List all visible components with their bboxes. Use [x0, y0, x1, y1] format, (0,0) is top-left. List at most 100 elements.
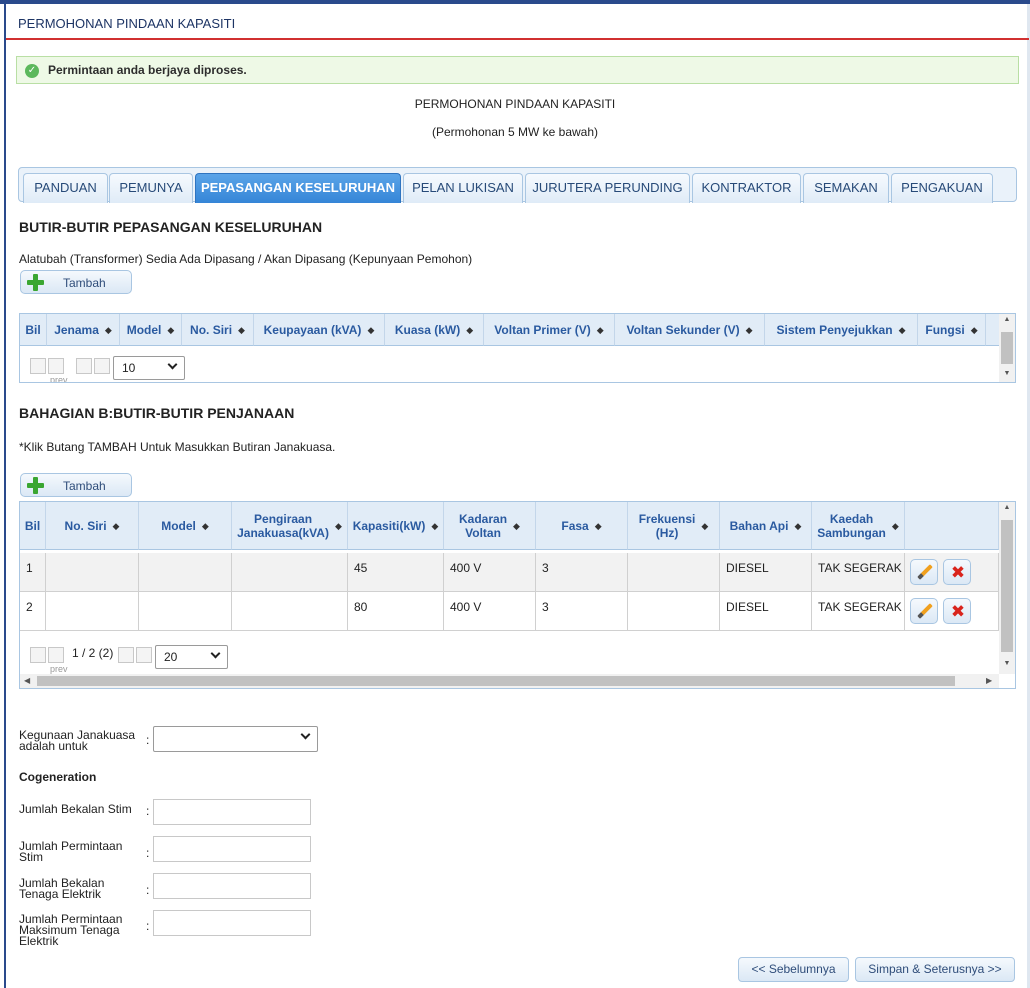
table-cell: TAK SEGERAK: [812, 592, 905, 631]
vertical-scrollbar[interactable]: ▲ ▼: [999, 314, 1015, 382]
kegunaan-select[interactable]: [153, 726, 318, 752]
edit-row-button[interactable]: [910, 559, 938, 585]
column-header[interactable]: Kaedah Sambungan ◆: [812, 502, 905, 550]
column-header[interactable]: Pengiraan Janakuasa(kVA) ◆: [232, 502, 348, 550]
tab-panduan[interactable]: PANDUAN: [23, 173, 108, 203]
vertical-scrollbar[interactable]: ▲ ▼: [999, 502, 1015, 674]
prev-page-text: prev: [50, 664, 68, 674]
section-heading-penjanaan: BAHAGIAN B:BUTIR-BUTIR PENJANAAN: [19, 405, 295, 421]
page-size-select[interactable]: 20: [155, 645, 228, 669]
scroll-down-arrow-icon[interactable]: ▼: [999, 660, 1015, 667]
column-header[interactable]: Model ◆: [139, 502, 232, 550]
table-cell: 1: [20, 553, 46, 592]
success-alert: ✓ Permintaan anda berjaya diproses.: [16, 56, 1019, 84]
page-title: PERMOHONAN PINDAAN KAPASITI: [18, 16, 236, 31]
scroll-left-arrow-icon[interactable]: ◀: [24, 676, 30, 685]
scroll-up-arrow-icon[interactable]: ▲: [999, 316, 1015, 323]
column-header[interactable]: Keupayaan (kVA) ◆: [254, 314, 385, 346]
scroll-right-arrow-icon[interactable]: ▶: [986, 676, 992, 685]
field-label: Jumlah Bekalan Stim: [19, 802, 132, 816]
column-header[interactable]: Frekuensi (Hz) ◆: [628, 502, 720, 550]
edit-row-button[interactable]: [910, 598, 938, 624]
form-title: PERMOHONAN PINDAAN KAPASITI: [414, 97, 616, 111]
save-next-button[interactable]: Simpan & Seterusnya >>: [855, 957, 1015, 982]
column-header[interactable]: Bahan Api ◆: [720, 502, 812, 550]
add-generator-button[interactable]: Tambah: [20, 473, 132, 497]
column-header[interactable]: Kuasa (kW) ◆: [385, 314, 484, 346]
table-cell: 45: [348, 553, 444, 592]
add-transformer-button[interactable]: Tambah: [20, 270, 132, 294]
delete-x-icon: ✖: [950, 602, 966, 621]
jumlah-permintaan-maksimum-input[interactable]: [153, 910, 311, 936]
next-page-icon[interactable]: [76, 358, 92, 374]
previous-button[interactable]: << Sebelumnya: [738, 957, 849, 982]
scroll-thumb[interactable]: [1001, 332, 1013, 364]
sort-icon: ◆: [594, 520, 602, 531]
prev-page-text: prev: [50, 375, 68, 383]
cogeneration-heading: Cogeneration: [19, 770, 97, 784]
table-cell: DIESEL: [720, 592, 812, 631]
column-header[interactable]: Bil: [20, 314, 47, 346]
column-header[interactable]: Fungsi ◆: [918, 314, 986, 346]
column-header[interactable]: No. Siri ◆: [182, 314, 254, 346]
column-header[interactable]: Fasa ◆: [536, 502, 628, 550]
column-header[interactable]: Jenama ◆: [47, 314, 120, 346]
column-header[interactable]: Voltan Sekunder (V) ◆: [615, 314, 765, 346]
jumlah-bekalan-tenaga-input[interactable]: [153, 873, 311, 899]
tab-kontraktor[interactable]: KONTRAKTOR: [692, 173, 801, 203]
section-heading-pepasangan: BUTIR-BUTIR PEPASANGAN KESELURUHAN: [19, 219, 323, 235]
column-header[interactable]: Voltan Primer (V) ◆: [484, 314, 615, 346]
scroll-down-arrow-icon[interactable]: ▼: [999, 370, 1015, 377]
sort-icon: ◆: [112, 520, 120, 531]
chevron-down-icon: [210, 648, 221, 659]
add-button-label: Tambah: [63, 276, 106, 290]
colon: :: [146, 804, 150, 818]
plus-icon: [27, 477, 44, 494]
sort-icon: ◆: [367, 324, 375, 335]
column-header[interactable]: Kadaran Voltan ◆: [444, 502, 536, 550]
tab-pepasangan-keseluruhan[interactable]: PEPASANGAN KESELURUHAN: [195, 173, 401, 203]
first-page-icon[interactable]: [30, 358, 46, 374]
page-size-value: 10: [122, 361, 136, 375]
jumlah-bekalan-stim-input[interactable]: [153, 799, 311, 825]
sort-icon: ◆: [898, 324, 906, 335]
last-page-icon[interactable]: [94, 358, 110, 374]
prev-page-icon[interactable]: [48, 647, 64, 663]
next-page-icon[interactable]: [118, 647, 134, 663]
sort-icon: ◆: [745, 324, 753, 335]
colon: :: [146, 733, 150, 747]
form-subtitle: (Permohonan 5 MW ke bawah): [431, 125, 599, 139]
pencil-icon: [917, 603, 933, 619]
scroll-thumb[interactable]: [37, 676, 955, 686]
column-header[interactable]: Model ◆: [120, 314, 182, 346]
tab-semakan[interactable]: SEMAKAN: [803, 173, 889, 203]
tab-pengakuan[interactable]: PENGAKUAN: [891, 173, 993, 203]
column-header[interactable]: No. Siri ◆: [46, 502, 139, 550]
page-size-select[interactable]: 10: [113, 356, 185, 380]
scroll-up-arrow-icon[interactable]: ▲: [999, 504, 1015, 511]
field-label: Jumlah Permintaan Maksimum Tenaga Elektr…: [19, 912, 123, 948]
column-header-spacer: [986, 314, 1000, 346]
delete-row-button[interactable]: ✖: [943, 598, 971, 624]
column-header[interactable]: Kapasiti(kW) ◆: [348, 502, 444, 550]
horizontal-scrollbar[interactable]: ◀ ▶: [20, 674, 999, 688]
last-page-icon[interactable]: [136, 647, 152, 663]
sort-icon: ◆: [596, 324, 604, 335]
sort-icon: ◆: [513, 520, 520, 531]
first-page-icon[interactable]: [30, 647, 46, 663]
generator-grid: Bil No. Siri ◆ Model ◆ Pengiraan Janakuasa(…: [19, 501, 1016, 689]
prev-page-icon[interactable]: [48, 358, 64, 374]
scroll-thumb[interactable]: [1001, 520, 1013, 652]
jumlah-permintaan-stim-input[interactable]: [153, 836, 311, 862]
table-cell: [46, 553, 139, 592]
success-message: Permintaan anda berjaya diproses.: [48, 63, 247, 77]
left-border: [4, 4, 6, 988]
delete-row-button[interactable]: ✖: [943, 559, 971, 585]
column-header[interactable]: Bil: [20, 502, 46, 550]
table-cell: [46, 592, 139, 631]
column-header-actions: [905, 502, 999, 550]
tab-pelan-lukisan[interactable]: PELAN LUKISAN: [403, 173, 523, 203]
tab-jurutera-perunding[interactable]: JURUTERA PERUNDING: [525, 173, 690, 203]
column-header[interactable]: Sistem Penyejukkan ◆: [765, 314, 918, 346]
tab-pemunya[interactable]: PEMUNYA: [109, 173, 193, 203]
